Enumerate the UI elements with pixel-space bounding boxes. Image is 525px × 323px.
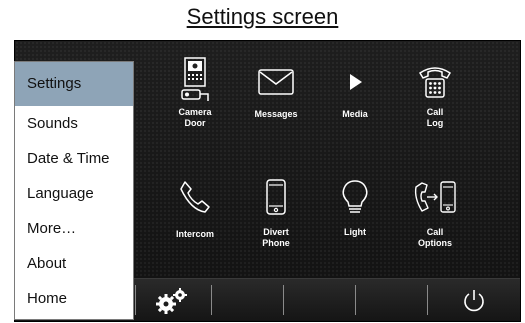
settings-menu: Settings Sounds Date & Time Language Mor…: [14, 61, 134, 320]
tile-label: Media: [342, 109, 368, 119]
divider: [355, 285, 356, 315]
telephone-icon: [418, 67, 452, 98]
tile-divert-phone[interactable]: Divert Phone: [236, 179, 316, 249]
tile-light[interactable]: Light: [315, 179, 395, 238]
envelope-icon: [258, 69, 294, 95]
menu-item-more[interactable]: More…: [15, 211, 133, 246]
tile-call-log[interactable]: Call Log: [395, 63, 475, 129]
menu-item-about[interactable]: About: [15, 246, 133, 281]
menu-item-language[interactable]: Language: [15, 176, 133, 211]
divider: [427, 285, 428, 315]
divider: [135, 285, 136, 315]
play-icon: [350, 74, 362, 90]
phone-handset-icon: [180, 181, 210, 213]
tile-call-options[interactable]: Call Options: [395, 179, 475, 249]
menu-item-settings[interactable]: Settings: [15, 62, 133, 106]
tile-label: Divert Phone: [262, 227, 290, 248]
tile-label: Call Options: [418, 227, 452, 248]
divider: [211, 285, 212, 315]
gears-icon: [156, 288, 187, 314]
power-button[interactable]: [461, 288, 487, 319]
camera-door-icon: [181, 57, 209, 101]
tile-label: Light: [344, 227, 366, 237]
tile-media[interactable]: Media: [315, 69, 395, 120]
tile-label: Camera Door: [178, 107, 212, 128]
call-forward-icon: [414, 181, 456, 213]
settings-gears-button[interactable]: [155, 287, 189, 320]
tile-messages[interactable]: Messages: [236, 69, 316, 120]
tile-label: Messages: [254, 109, 298, 119]
power-icon: [464, 290, 484, 312]
tile-intercom[interactable]: Intercom: [155, 179, 235, 240]
page-caption: Settings screen: [186, 4, 339, 29]
lightbulb-icon: [342, 180, 368, 213]
tile-label: Call Log: [426, 107, 444, 128]
menu-item-date-time[interactable]: Date & Time: [15, 141, 133, 176]
tile-camera-door[interactable]: Camera Door: [155, 57, 235, 129]
divider: [283, 285, 284, 315]
mobile-phone-icon: [266, 179, 286, 215]
menu-item-home[interactable]: Home: [15, 281, 133, 316]
menu-item-sounds[interactable]: Sounds: [15, 106, 133, 141]
tile-label: Intercom: [175, 229, 214, 239]
